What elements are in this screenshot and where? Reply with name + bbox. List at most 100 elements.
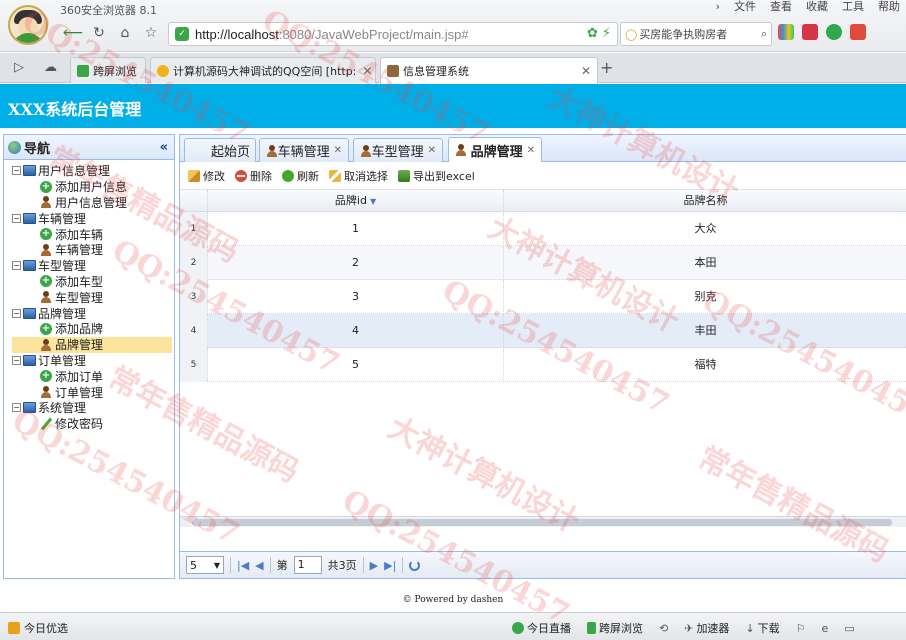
collapse-toggle-icon[interactable]: − bbox=[12, 403, 21, 413]
table-row[interactable]: 2 2 本田 bbox=[180, 246, 906, 280]
page-number-input[interactable]: 1 bbox=[293, 556, 322, 574]
table-row[interactable]: 1 1 大众 bbox=[180, 212, 906, 246]
sidebar-item[interactable]: + 添加车辆 bbox=[4, 226, 164, 242]
sidebar-group[interactable]: − 车型管理 bbox=[4, 258, 174, 274]
collapse-toggle-icon[interactable]: − bbox=[12, 355, 21, 365]
tab-brand-management[interactable]: 品牌管理 ✕ bbox=[448, 137, 542, 162]
sidebar-toggle-icon[interactable]: ▷ bbox=[14, 60, 24, 75]
browser-title: 360安全浏览器 8.1 bbox=[60, 4, 157, 17]
back-arrow-icon[interactable]: ⟵ bbox=[62, 22, 84, 44]
next-page-icon[interactable]: ▶ bbox=[370, 559, 378, 572]
collapse-toggle-icon[interactable]: − bbox=[12, 166, 21, 176]
horizontal-scrollbar[interactable] bbox=[180, 516, 906, 527]
address-bar[interactable]: ✓ http://localhost:8080/JavaWebProject/m… bbox=[168, 22, 618, 46]
sidebar-item[interactable]: 品牌管理 bbox=[12, 336, 172, 353]
table-row[interactable]: 4 4 丰田 bbox=[180, 314, 906, 348]
menu-file[interactable]: 文件 bbox=[734, 0, 756, 14]
cell-brand-id: 4 bbox=[208, 314, 504, 348]
collapse-toggle-icon[interactable]: − bbox=[12, 308, 21, 318]
security-icon[interactable] bbox=[826, 24, 842, 40]
reload-icon[interactable]: ↻ bbox=[88, 22, 110, 44]
lightning-icon[interactable]: ⚡ bbox=[602, 26, 611, 41]
magnifier-icon[interactable]: ⌕ bbox=[761, 27, 767, 41]
page-label: 第 bbox=[276, 559, 288, 572]
tab-close-icon[interactable]: ✕ bbox=[428, 145, 436, 156]
tab-start-page[interactable]: 起始页 bbox=[184, 138, 256, 162]
sidebar-group[interactable]: − 订单管理 bbox=[4, 353, 174, 369]
sidebar-group[interactable]: − 用户信息管理 bbox=[4, 163, 174, 179]
delete-icon bbox=[235, 169, 247, 182]
home-icon[interactable]: ⌂ bbox=[114, 22, 136, 44]
search-input[interactable]: ◯ 买房能争执购房者 ⌕ bbox=[620, 22, 772, 46]
accelerator-button[interactable]: ✈ 加速器 bbox=[684, 620, 729, 636]
sidebar-item[interactable]: + 添加品牌 bbox=[4, 321, 164, 337]
last-page-icon[interactable]: ▶| bbox=[384, 559, 396, 572]
collapse-icon[interactable]: « bbox=[160, 140, 168, 155]
sidebar-item[interactable]: 修改密码 bbox=[4, 416, 164, 432]
ie-icon[interactable]: e bbox=[822, 622, 829, 635]
table-row[interactable]: 3 3 别克 bbox=[180, 280, 906, 314]
window-icon[interactable]: ▭ bbox=[844, 622, 854, 635]
user-avatar[interactable] bbox=[8, 5, 48, 45]
column-header-brand-id[interactable]: 品牌id ▼ bbox=[208, 190, 504, 212]
menu-tools[interactable]: 工具 bbox=[842, 0, 864, 14]
apps-icon[interactable] bbox=[778, 24, 794, 40]
page-size-select[interactable]: 5 ▼ bbox=[186, 556, 224, 574]
flag-icon[interactable]: ⚐ bbox=[796, 622, 806, 635]
cross-screen-button[interactable]: 跨屏浏览 bbox=[587, 620, 643, 636]
safe-icon[interactable]: ✿ bbox=[587, 26, 598, 41]
cloud-icon[interactable]: ☁ bbox=[44, 60, 57, 75]
collapse-toggle-icon[interactable]: − bbox=[12, 261, 21, 271]
prev-page-icon[interactable]: ◀ bbox=[255, 559, 263, 572]
pdf-icon[interactable] bbox=[850, 24, 866, 40]
sidebar-item[interactable]: 车辆管理 bbox=[4, 242, 164, 258]
download-button[interactable]: ↓ 下载 bbox=[745, 620, 779, 636]
search-engine-icon[interactable]: ◯ bbox=[625, 28, 637, 41]
scrollbar-thumb[interactable] bbox=[192, 519, 892, 526]
user-icon bbox=[40, 243, 52, 256]
sidebar-group-label: 订单管理 bbox=[38, 353, 87, 368]
export-excel-button[interactable]: 导出到excel bbox=[398, 168, 475, 184]
sidebar-item[interactable]: 车型管理 bbox=[4, 289, 164, 305]
browser-tab-info-system[interactable]: 信息管理系统 ✕ bbox=[380, 57, 598, 84]
delete-button[interactable]: 删除 bbox=[235, 168, 272, 184]
browser-tab-cross-screen[interactable]: 跨屏浏览 bbox=[70, 57, 146, 83]
tab-close-icon[interactable]: ✕ bbox=[334, 145, 342, 156]
menu-favorites[interactable]: 收藏 bbox=[806, 0, 828, 14]
close-icon[interactable]: ✕ bbox=[356, 64, 372, 78]
status-left[interactable]: 今日优选 bbox=[8, 620, 68, 636]
collapse-toggle-icon[interactable]: − bbox=[12, 213, 21, 223]
menu-view[interactable]: 查看 bbox=[770, 0, 792, 14]
refresh-button[interactable]: 刷新 bbox=[282, 168, 319, 184]
star-icon[interactable]: ☆ bbox=[140, 22, 162, 44]
reload-page-icon[interactable] bbox=[409, 559, 421, 571]
first-page-icon[interactable]: |◀ bbox=[237, 559, 249, 572]
close-icon[interactable]: ✕ bbox=[575, 64, 591, 78]
sidebar-group-label: 车辆管理 bbox=[38, 211, 87, 226]
menu-help[interactable]: 帮助 bbox=[878, 0, 900, 14]
browser-tab-qq-space[interactable]: 计算机源码大神调试的QQ空间 [http: ✕ bbox=[150, 57, 376, 83]
menu-arrow-icon[interactable]: › bbox=[716, 0, 720, 14]
tab-model-management[interactable]: 车型管理 ✕ bbox=[353, 138, 443, 162]
sidebar-item[interactable]: + 添加订单 bbox=[4, 368, 164, 384]
sidebar-item[interactable]: + 添加车型 bbox=[4, 274, 164, 290]
mail-icon[interactable] bbox=[802, 24, 818, 40]
unselect-button[interactable]: 取消选择 bbox=[329, 168, 388, 184]
column-header-brand-name[interactable]: 品牌名称 bbox=[504, 190, 906, 212]
table-row[interactable]: 5 5 福特 bbox=[180, 348, 906, 382]
edit-button[interactable]: 修改 bbox=[188, 168, 225, 184]
address-url[interactable]: http://localhost:8080/JavaWebProject/mai… bbox=[195, 27, 469, 42]
tab-close-icon[interactable]: ✕ bbox=[527, 145, 535, 156]
phone-icon bbox=[77, 64, 89, 77]
sidebar-group[interactable]: − 系统管理 bbox=[4, 400, 174, 416]
sidebar-group[interactable]: − 车辆管理 bbox=[4, 210, 174, 226]
sidebar-item[interactable]: + 添加用户信息 bbox=[4, 179, 164, 195]
sidebar-group[interactable]: − 品牌管理 bbox=[4, 305, 174, 321]
tab-vehicle-management[interactable]: 车辆管理 ✕ bbox=[259, 138, 349, 162]
new-tab-button[interactable]: + bbox=[600, 58, 613, 77]
sidebar-item[interactable]: 订单管理 bbox=[4, 384, 164, 400]
live-button[interactable]: 今日直播 bbox=[512, 620, 571, 636]
sidebar-item[interactable]: 用户信息管理 bbox=[4, 195, 164, 211]
content-tabs: 起始页 车辆管理 ✕ 车型管理 ✕ 品牌管理 ✕ bbox=[180, 135, 906, 162]
history-icon[interactable]: ⟲ bbox=[659, 622, 668, 635]
